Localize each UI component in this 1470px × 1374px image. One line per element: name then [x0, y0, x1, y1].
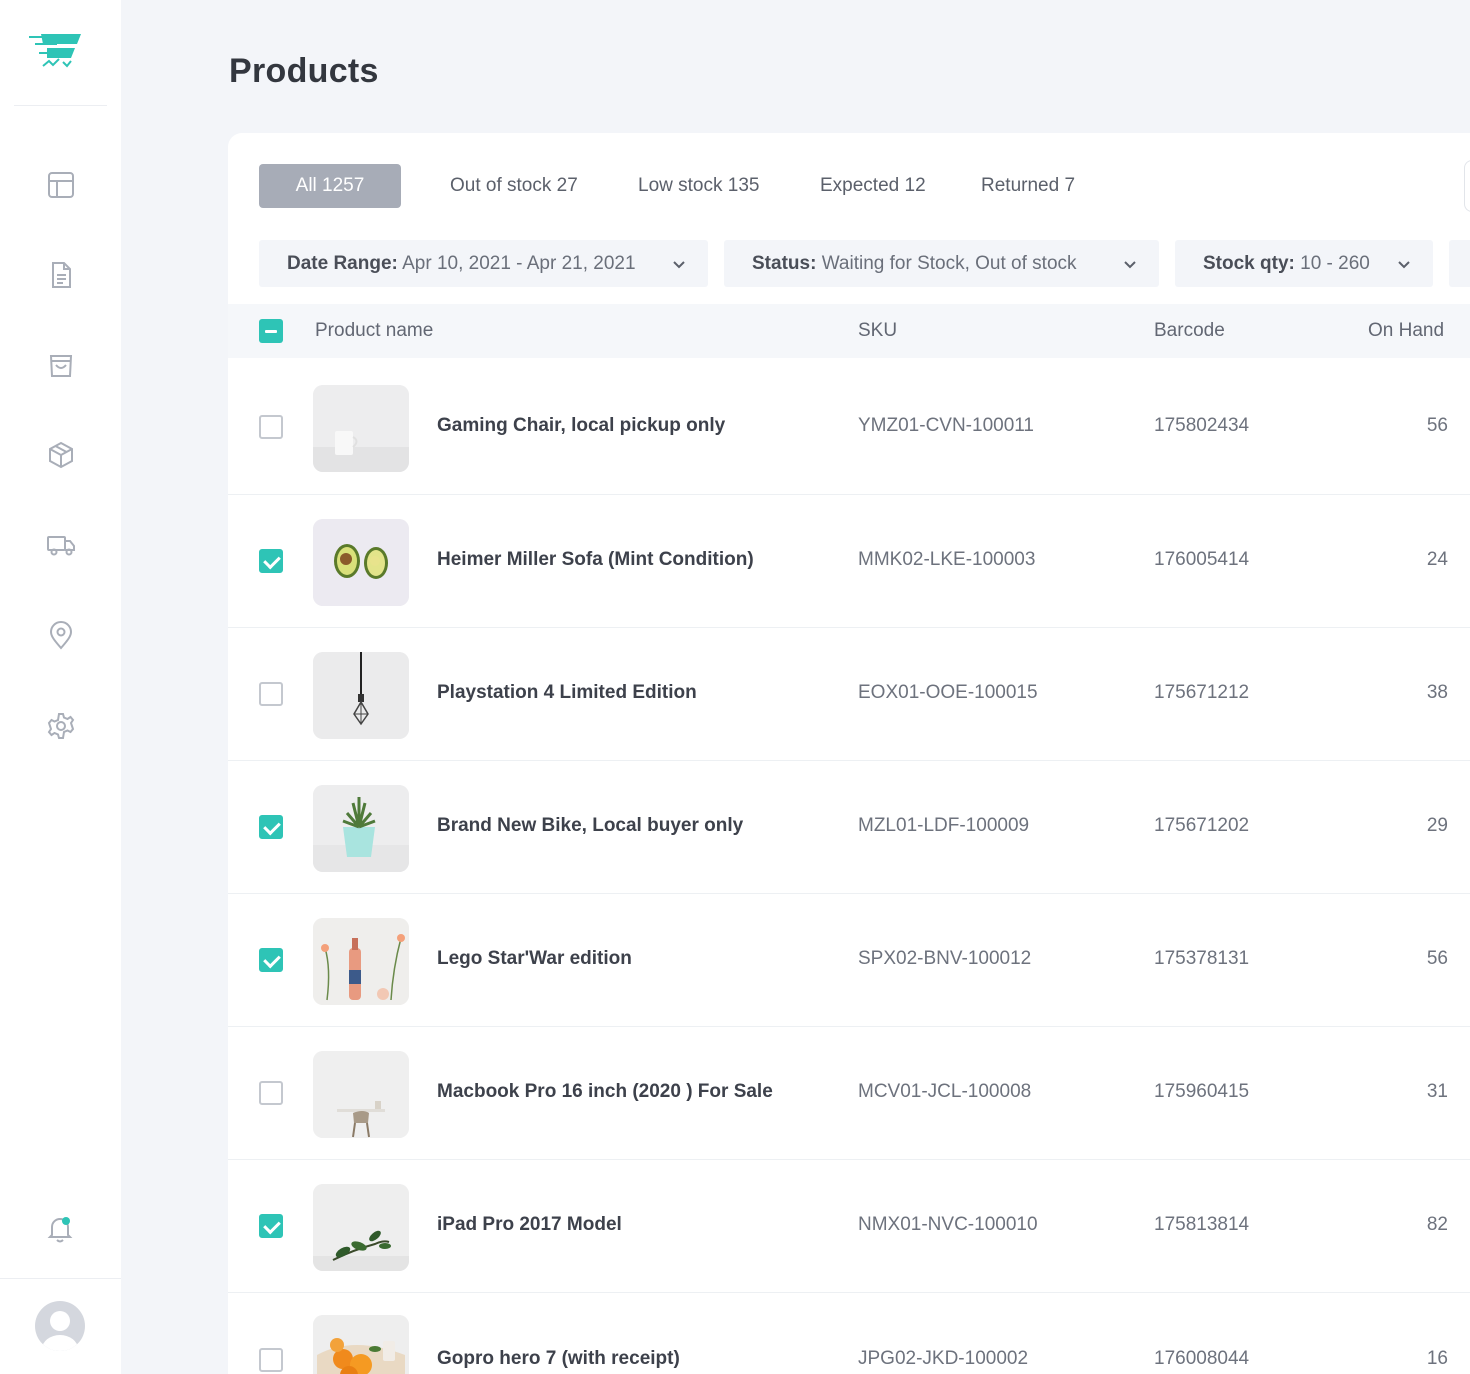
tab-all[interactable]: All 1257 — [259, 164, 401, 208]
logo-icon — [29, 34, 81, 68]
table-row[interactable]: iPad Pro 2017 Model NMX01-NVC-100010 175… — [228, 1160, 1470, 1293]
product-on-hand: 82 — [1426, 1214, 1448, 1235]
product-on-hand: 38 — [1426, 682, 1448, 703]
product-on-hand: 31 — [1426, 1081, 1448, 1102]
product-thumbnail — [313, 1315, 409, 1374]
status-label: Status: — [752, 253, 817, 274]
product-name[interactable]: Gaming Chair, local pickup only — [437, 415, 725, 437]
table-row[interactable]: Brand New Bike, Local buyer only MZL01-L… — [228, 761, 1470, 894]
product-name[interactable]: Brand New Bike, Local buyer only — [437, 815, 743, 837]
product-name[interactable]: Heimer Miller Sofa (Mint Condition) — [437, 549, 754, 571]
stock-qty-filter[interactable]: Stock qty: 10 - 260 — [1175, 240, 1433, 287]
status-value: Waiting for Stock, Out of stock — [821, 253, 1077, 274]
user-avatar-icon — [42, 1311, 78, 1351]
row-checkbox[interactable] — [259, 1214, 283, 1238]
row-checkbox[interactable] — [259, 549, 283, 573]
table-row[interactable]: Heimer Miller Sofa (Mint Condition) MMK0… — [228, 495, 1470, 628]
product-barcode: 175813814 — [1154, 1214, 1250, 1235]
chevron-down-icon — [1398, 261, 1410, 269]
product-sku: JPG02-JKD-100002 — [858, 1348, 1029, 1369]
tab-out-of-stock[interactable]: Out of stock 27 — [450, 164, 578, 208]
products-card: All 1257 Out of stock 27 Low stock 135 E… — [228, 133, 1470, 1374]
date-range-filter[interactable]: Date Range: Apr 10, 2021 - Apr 21, 2021 — [259, 240, 708, 287]
product-on-hand: 56 — [1426, 948, 1448, 969]
tab-expected[interactable]: Expected 12 — [820, 164, 926, 208]
avatar[interactable] — [35, 1301, 85, 1351]
column-on-hand[interactable]: On Hand — [1368, 304, 1444, 358]
product-on-hand: 29 — [1426, 815, 1448, 836]
chevron-down-icon — [673, 261, 685, 269]
product-barcode: 175671212 — [1154, 682, 1250, 703]
product-name[interactable]: Gopro hero 7 (with receipt) — [437, 1348, 680, 1370]
product-sku: SPX02-BNV-100012 — [858, 948, 1032, 969]
column-product-name[interactable]: Product name — [315, 304, 433, 358]
row-checkbox[interactable] — [259, 415, 283, 439]
product-thumbnail — [313, 652, 409, 739]
product-name[interactable]: Lego Star'War edition — [437, 948, 632, 970]
product-sku: EOX01-OOE-100015 — [858, 682, 1038, 703]
divider — [0, 1278, 121, 1279]
status-filter[interactable]: Status: Waiting for Stock, Out of stock — [724, 240, 1159, 287]
stock-qty-value: 10 - 260 — [1300, 253, 1370, 274]
product-thumbnail — [313, 1051, 409, 1138]
sidebar — [0, 0, 121, 1374]
row-checkbox[interactable] — [259, 1081, 283, 1105]
tab-low-stock[interactable]: Low stock 135 — [638, 164, 759, 208]
column-barcode[interactable]: Barcode — [1154, 304, 1225, 358]
row-checkbox[interactable] — [259, 815, 283, 839]
logo[interactable] — [14, 0, 107, 106]
toolbar-button-partial[interactable] — [1464, 160, 1470, 212]
box-icon[interactable] — [44, 438, 78, 472]
product-thumbnail — [313, 1184, 409, 1271]
product-thumbnail — [313, 519, 409, 606]
product-on-hand: 56 — [1426, 415, 1448, 436]
column-sku[interactable]: SKU — [858, 304, 897, 358]
dashboard-icon[interactable] — [44, 168, 78, 202]
notification-dot — [62, 1217, 70, 1225]
select-all-checkbox[interactable] — [259, 319, 283, 343]
row-checkbox[interactable] — [259, 682, 283, 706]
product-barcode: 175671202 — [1154, 815, 1250, 836]
shopping-bag-icon[interactable] — [44, 348, 78, 382]
product-name[interactable]: Macbook Pro 16 inch (2020 ) For Sale — [437, 1081, 773, 1103]
row-checkbox[interactable] — [259, 1348, 283, 1372]
product-sku: NMX01-NVC-100010 — [858, 1214, 1038, 1235]
product-name[interactable]: Playstation 4 Limited Edition — [437, 682, 697, 704]
page-title: Products — [229, 52, 379, 90]
row-checkbox[interactable] — [259, 948, 283, 972]
product-sku: MMK02-LKE-100003 — [858, 549, 1036, 570]
table-row[interactable]: Lego Star'War edition SPX02-BNV-100012 1… — [228, 894, 1470, 1027]
product-thumbnail — [313, 785, 409, 872]
product-on-hand: 16 — [1426, 1348, 1448, 1369]
table-header: Product name SKU Barcode On Hand — [228, 304, 1470, 358]
table-row[interactable]: Gopro hero 7 (with receipt) JPG02-JKD-10… — [228, 1293, 1470, 1374]
product-barcode: 175960415 — [1154, 1081, 1250, 1102]
product-on-hand: 24 — [1426, 549, 1448, 570]
more-filter-partial[interactable] — [1449, 240, 1470, 287]
table-row[interactable]: Gaming Chair, local pickup only YMZ01-CV… — [228, 358, 1470, 495]
product-barcode: 175378131 — [1154, 948, 1250, 969]
location-pin-icon[interactable] — [44, 618, 78, 652]
stock-qty-label: Stock qty: — [1203, 253, 1295, 274]
table-row[interactable]: Playstation 4 Limited Edition EOX01-OOE-… — [228, 628, 1470, 761]
date-range-value: Apr 10, 2021 - Apr 21, 2021 — [402, 253, 636, 274]
settings-gear-icon[interactable] — [44, 709, 78, 743]
chevron-down-icon — [1124, 261, 1136, 269]
product-barcode: 176005414 — [1154, 549, 1250, 570]
product-thumbnail — [313, 918, 409, 1005]
truck-icon[interactable] — [44, 528, 78, 562]
date-range-label: Date Range: — [287, 253, 398, 274]
bell-icon[interactable] — [43, 1212, 77, 1246]
tab-returned[interactable]: Returned 7 — [981, 164, 1075, 208]
product-name[interactable]: iPad Pro 2017 Model — [437, 1214, 622, 1236]
product-thumbnail — [313, 385, 409, 472]
table-row[interactable]: Macbook Pro 16 inch (2020 ) For Sale MCV… — [228, 1027, 1470, 1160]
product-barcode: 175802434 — [1154, 415, 1250, 436]
product-sku: MCV01-JCL-100008 — [858, 1081, 1032, 1102]
document-icon[interactable] — [44, 258, 78, 292]
product-sku: MZL01-LDF-100009 — [858, 815, 1030, 836]
product-sku: YMZ01-CVN-100011 — [858, 415, 1035, 436]
product-barcode: 176008044 — [1154, 1348, 1250, 1369]
